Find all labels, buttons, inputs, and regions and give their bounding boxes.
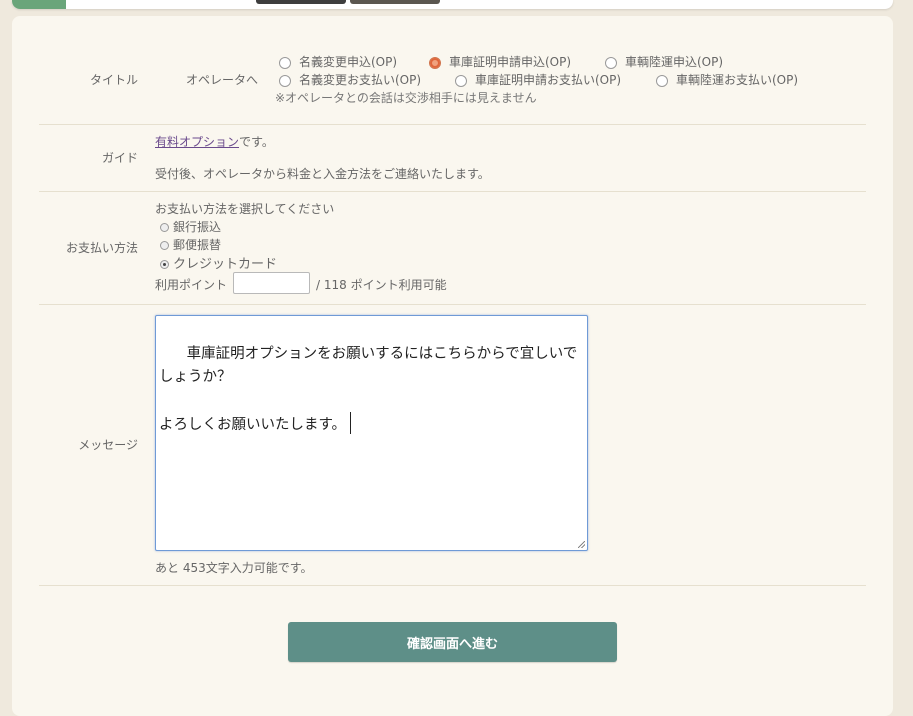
guide-row: ガイド 有料オプションです。 受付後、オペレータから料金と入金方法をご連絡いたし… xyxy=(39,125,866,192)
message-label: メッセージ xyxy=(78,438,138,452)
thumbnail-image[interactable] xyxy=(256,0,346,4)
radio-button[interactable] xyxy=(656,75,668,87)
message-text: 車庫証明オプションをお願いするにはこちらからで宜しいでしょうか？ よろしくお願い… xyxy=(159,346,578,433)
radio-button-selected[interactable] xyxy=(160,260,169,269)
message-form-panel: タイトル オペレータへ 名義変更申込(OP) 車庫証明申請申込(OP) 車輌陸運… xyxy=(12,16,893,716)
payment-prompt: お支払い方法を選択してください xyxy=(155,202,335,216)
active-tab-indicator[interactable] xyxy=(12,0,66,9)
confirm-button[interactable]: 確認画面へ進む xyxy=(288,622,617,662)
payment-option-postal[interactable]: 郵便振替 xyxy=(160,236,221,253)
text-caret xyxy=(350,412,352,434)
payment-row: お支払い方法 お支払い方法を選択してください 銀行振込 郵便振替 クレジットカー… xyxy=(39,192,866,305)
option-label: 郵便振替 xyxy=(173,238,222,252)
title-option-name-change[interactable]: 名義変更申込(OP) xyxy=(279,53,397,70)
radio-button[interactable] xyxy=(160,223,169,232)
radio-button[interactable] xyxy=(160,241,169,250)
guide-link-suffix: です。 xyxy=(239,135,274,149)
payment-label: お支払い方法 xyxy=(65,241,138,255)
option-label: 名義変更申込(OP) xyxy=(299,55,398,69)
title-option-name-change-payment[interactable]: 名義変更お支払い(OP) xyxy=(279,71,421,88)
remaining-chars: あと 453文字入力可能です。 xyxy=(155,561,313,575)
radio-button[interactable] xyxy=(279,57,291,69)
radio-button[interactable] xyxy=(279,75,291,87)
operator-label: オペレータへ xyxy=(186,73,259,87)
guide-line: 有料オプションです。 xyxy=(155,133,274,150)
paid-option-link[interactable]: 有料オプション xyxy=(155,135,239,149)
points-available: / 118 ポイント利用可能 xyxy=(316,278,447,292)
resize-handle[interactable] xyxy=(578,541,585,548)
title-label: タイトル xyxy=(89,73,138,87)
radio-button[interactable] xyxy=(605,57,617,69)
option-label: 名義変更お支払い(OP) xyxy=(299,73,422,87)
title-option-garage-cert[interactable]: 車庫証明申請申込(OP) xyxy=(429,53,571,70)
title-row: タイトル オペレータへ 名義変更申込(OP) 車庫証明申請申込(OP) 車輌陸運… xyxy=(39,46,866,125)
option-label: 車輌陸運申込(OP) xyxy=(625,55,724,69)
radio-button[interactable] xyxy=(455,75,467,87)
guide-text: 受付後、オペレータから料金と入金方法をご連絡いたします。 xyxy=(155,167,490,181)
payment-option-bank[interactable]: 銀行振込 xyxy=(160,218,221,235)
option-label: 車庫証明申請申込(OP) xyxy=(449,55,572,69)
message-textarea[interactable]: 車庫証明オプションをお願いするにはこちらからで宜しいでしょうか？ よろしくお願い… xyxy=(155,315,588,551)
option-label: 車輌陸運お支払い(OP) xyxy=(676,73,799,87)
title-option-vehicle-transport-payment[interactable]: 車輌陸運お支払い(OP) xyxy=(656,71,798,88)
payment-option-credit-card[interactable]: クレジットカード xyxy=(160,253,277,272)
top-navigation-strip xyxy=(12,0,893,9)
operator-note: ※オペレータとの会話は交渉相手には見えません xyxy=(275,91,537,105)
option-label: クレジットカード xyxy=(173,257,278,272)
points-label: 利用ポイント xyxy=(155,278,228,292)
title-option-garage-cert-payment[interactable]: 車庫証明申請お支払い(OP) xyxy=(455,71,621,88)
option-label: 車庫証明申請お支払い(OP) xyxy=(475,73,622,87)
thumbnail-image[interactable] xyxy=(350,0,440,4)
guide-label: ガイド xyxy=(101,151,138,165)
message-row: メッセージ 車庫証明オプションをお願いするにはこちらからで宜しいでしょうか？ よ… xyxy=(39,305,866,586)
title-option-vehicle-transport[interactable]: 車輌陸運申込(OP) xyxy=(605,53,723,70)
points-input[interactable] xyxy=(233,272,310,294)
radio-button-selected[interactable] xyxy=(429,57,441,69)
option-label: 銀行振込 xyxy=(173,220,222,234)
